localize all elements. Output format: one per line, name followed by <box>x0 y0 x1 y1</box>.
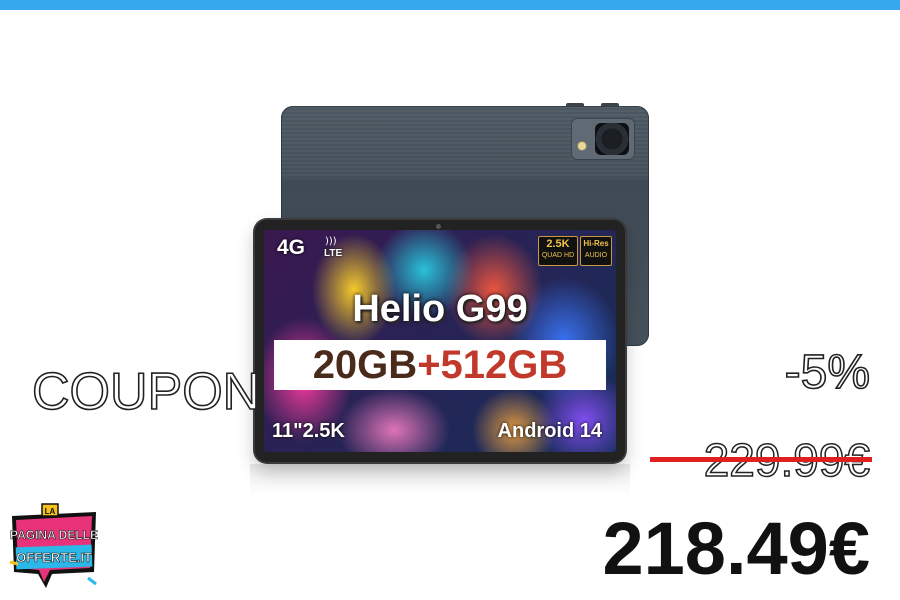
hires-badge-top: Hi-Res <box>583 239 609 248</box>
logo-line1: LA <box>45 507 56 516</box>
chip-label: Helio G99 <box>352 288 528 330</box>
site-logo[interactable]: LA PAGINA DELLE OFFERTE.IT <box>8 502 100 592</box>
price-strikethrough <box>650 457 872 462</box>
side-button <box>566 103 584 106</box>
side-button <box>601 103 619 106</box>
memory-label: 20GB+512GB <box>274 343 606 387</box>
logo-graphic: LA PAGINA DELLE OFFERTE.IT <box>9 503 98 588</box>
front-camera-icon <box>436 224 441 229</box>
resolution-badge-top: 2.5K <box>546 238 570 250</box>
os-spec: Android 14 <box>497 420 602 442</box>
memory-storage: 512GB <box>440 343 568 387</box>
rear-camera-module <box>571 118 635 160</box>
network-sub-label: LTE <box>324 248 343 259</box>
resolution-badge-bottom: QUAD HD <box>541 252 575 259</box>
memory-ram: 20GB <box>312 343 418 387</box>
hires-badge-bottom: AUDIO <box>584 252 608 259</box>
resolution-badge: 2.5K QUAD HD <box>538 236 578 266</box>
tablet-screen: 4G ))) LTE 2.5K QUAD HD Hi-Res AUDIO Hel… <box>264 230 616 452</box>
tablet-reflection <box>250 464 630 496</box>
tablet-front-image: 4G ))) LTE 2.5K QUAD HD Hi-Res AUDIO Hel… <box>255 220 625 462</box>
coupon-label: COUPON <box>31 362 261 422</box>
display-spec: 11"2.5K <box>272 420 345 442</box>
memory-band: 20GB+512GB <box>274 340 606 390</box>
memory-plus: + <box>417 343 441 387</box>
logo-line2: PAGINA DELLE <box>10 528 98 542</box>
flash-icon <box>578 142 586 150</box>
hires-audio-badge: Hi-Res AUDIO <box>580 236 612 266</box>
logo-line3: OFFERTE.IT <box>16 550 92 565</box>
discount-percent: -5% <box>784 345 871 400</box>
top-accent-bar <box>0 0 900 10</box>
network-label: 4G <box>277 236 306 259</box>
signal-icon: ))) <box>325 236 337 247</box>
new-price: 218.49€ <box>602 507 871 590</box>
camera-lens-icon <box>595 123 629 155</box>
